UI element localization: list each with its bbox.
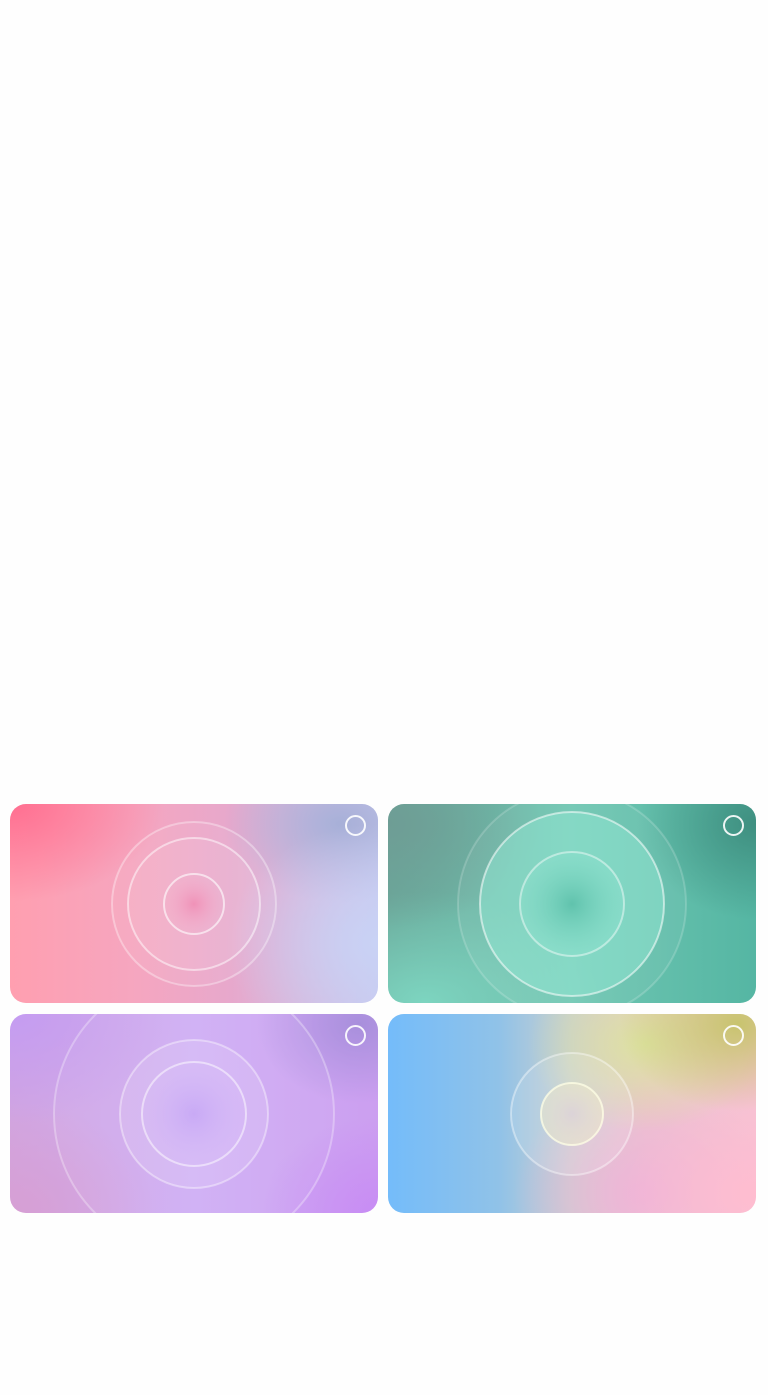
ripple-rings-graphic xyxy=(53,1014,335,1213)
page xyxy=(0,0,768,1395)
wallpaper-card-rainbow[interactable] xyxy=(388,1014,756,1213)
circle-outline-icon[interactable] xyxy=(345,1025,366,1046)
ripple-rings-graphic xyxy=(457,804,687,1003)
circle-outline-icon[interactable] xyxy=(723,815,744,836)
wallpaper-card-teal[interactable] xyxy=(388,804,756,1003)
circle-outline-icon[interactable] xyxy=(723,1025,744,1046)
wallpaper-card-pink[interactable] xyxy=(10,804,378,1003)
circle-outline-icon[interactable] xyxy=(345,815,366,836)
ripple-rings-graphic xyxy=(510,1052,634,1176)
wallpaper-grid xyxy=(10,804,756,1213)
wallpaper-card-purple[interactable] xyxy=(10,1014,378,1213)
ripple-rings-graphic xyxy=(111,821,277,987)
